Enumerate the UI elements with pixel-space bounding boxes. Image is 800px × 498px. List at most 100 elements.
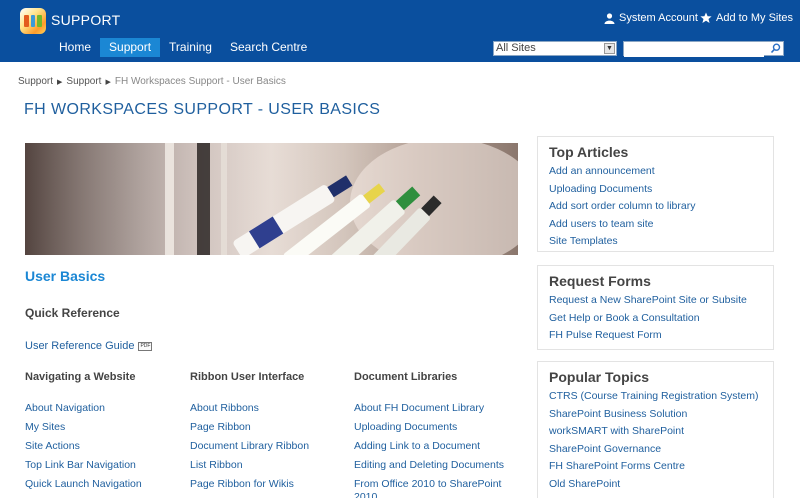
list-item: SharePoint Business Solution [549,408,773,421]
list-item: About Navigation [25,402,185,415]
top-articles-panel: Top Articles Add an announcement Uploadi… [537,136,774,252]
list-item: Uploading Documents [549,183,773,196]
list-item: FH Pulse Request Form [549,329,773,342]
list-item: From Office 2010 to SharePoint 2010 [354,478,518,498]
breadcrumb-current: FH Workspaces Support - User Basics [114,76,286,87]
breadcrumb-link-support[interactable]: Support [18,76,53,87]
document-libraries-column: Document Libraries About FH Document Lib… [354,371,518,498]
link-list-ribbon[interactable]: List Ribbon [190,459,243,471]
link-add-users[interactable]: Add users to team site [549,218,653,230]
link-site-templates[interactable]: Site Templates [549,235,618,247]
link-worksmart[interactable]: workSMART with SharePoint [549,425,684,437]
list-item: Page Ribbon [190,421,350,434]
user-icon [604,12,615,24]
search-scope-select[interactable]: All Sites ▼ [493,41,617,56]
user-reference-guide-link[interactable]: User Reference Guide [25,340,134,352]
top-nav: Home Support Training Search Centre [50,38,316,57]
nav-item-home[interactable]: Home [50,38,100,57]
link-my-sites[interactable]: My Sites [25,421,65,433]
panel-title: Top Articles [549,144,629,160]
star-icon [700,12,712,23]
column-heading: Document Libraries [354,371,458,383]
list-item: Top Link Bar Navigation [25,459,185,472]
link-get-help[interactable]: Get Help or Book a Consultation [549,312,700,324]
link-sharepoint-governance[interactable]: SharePoint Governance [549,443,661,455]
link-sort-order-column[interactable]: Add sort order column to library [549,200,695,212]
link-uploading-documents[interactable]: Uploading Documents [354,421,457,433]
list-item: Site Templates [549,235,773,248]
link-quick-launch[interactable]: Quick Launch Navigation [25,478,142,490]
link-add-announcement[interactable]: Add an announcement [549,165,655,177]
link-old-sharepoint[interactable]: Old SharePoint [549,478,620,490]
list-item: Editing and Deleting Documents [354,459,518,472]
app-logo-icon[interactable] [20,8,46,34]
breadcrumb: Support ▶ Support ▶ FH Workspaces Suppor… [18,76,286,87]
list-item: Adding Link to a Document [354,440,518,453]
add-to-my-sites-label: Add to My Sites [716,12,794,24]
nav-item-support[interactable]: Support [100,38,161,57]
page-title: FH WORKSPACES SUPPORT - USER BASICS [24,101,381,118]
list-item: Request a New SharePoint Site or Subsite [549,294,773,307]
breadcrumb-arrow-icon: ▶ [57,78,63,86]
link-page-ribbon[interactable]: Page Ribbon [190,421,251,433]
popular-topics-panel: Popular Topics CTRS (Course Training Reg… [537,361,774,498]
quick-reference-heading: Quick Reference [25,306,120,320]
column-heading: Ribbon User Interface [190,371,305,383]
list-item: Uploading Documents [354,421,518,434]
add-to-my-sites-link[interactable]: Add to My Sites [700,12,793,24]
link-forms-centre[interactable]: FH SharePoint Forms Centre [549,460,685,472]
section-title: User Basics [25,268,106,284]
list-item: Old SharePoint [549,478,773,491]
pdf-icon: PDF [138,341,153,351]
link-about-navigation[interactable]: About Navigation [25,402,105,414]
link-about-fh-document-library[interactable]: About FH Document Library [354,402,484,414]
list-item: List Ribbon [190,459,350,472]
list-item: Add users to team site [549,218,773,231]
link-page-ribbon-wikis[interactable]: Page Ribbon for Wikis [190,478,294,490]
list-item: CTRS (Course Training Registration Syste… [549,390,773,403]
link-sharepoint-business-solution[interactable]: SharePoint Business Solution [549,408,687,420]
request-forms-panel: Request Forms Request a New SharePoint S… [537,265,774,350]
list-item: About FH Document Library [354,402,518,415]
nav-item-training[interactable]: Training [160,38,221,57]
list-item: Add an announcement [549,165,773,178]
link-top-link-bar[interactable]: Top Link Bar Navigation [25,459,136,471]
column-heading: Navigating a Website [25,371,136,383]
list-item: FH SharePoint Forms Centre [549,460,773,473]
search-icon[interactable] [770,43,782,54]
link-office-2010[interactable]: From Office 2010 to SharePoint 2010 [354,478,501,498]
chevron-down-icon[interactable]: ▼ [604,43,615,54]
navigating-website-column: Navigating a Website About Navigation My… [25,371,185,497]
panel-title: Request Forms [549,273,651,289]
panel-title: Popular Topics [549,369,650,385]
link-request-new-site[interactable]: Request a New SharePoint Site or Subsite [549,294,747,306]
search-box [623,41,784,57]
link-document-library-ribbon[interactable]: Document Library Ribbon [190,440,309,452]
list-item: About Ribbons [190,402,350,415]
list-item: Document Library Ribbon [190,440,350,453]
link-adding-link[interactable]: Adding Link to a Document [354,440,480,452]
breadcrumb-arrow-icon: ▶ [105,78,111,86]
hero-image [25,143,518,255]
system-account-menu[interactable]: System Account [604,12,698,24]
link-uploading-documents[interactable]: Uploading Documents [549,183,652,195]
link-about-ribbons[interactable]: About Ribbons [190,402,259,414]
list-item: Quick Launch Navigation [25,478,185,491]
link-pulse-request[interactable]: FH Pulse Request Form [549,329,662,341]
search-scope-value: All Sites [496,42,536,54]
search-input[interactable] [624,43,764,57]
list-item: My Sites [25,421,185,434]
list-item: Add sort order column to library [549,200,773,213]
link-site-actions[interactable]: Site Actions [25,440,80,452]
list-item: Get Help or Book a Consultation [549,312,773,325]
link-editing-deleting[interactable]: Editing and Deleting Documents [354,459,504,471]
list-item: Site Actions [25,440,185,453]
nav-item-search-centre[interactable]: Search Centre [221,38,316,57]
link-ctrs[interactable]: CTRS (Course Training Registration Syste… [549,390,758,402]
breadcrumb-link-support-sub[interactable]: Support [66,76,101,87]
list-item: Page Ribbon for Wikis [190,478,350,491]
list-item: SharePoint Governance [549,443,773,456]
ribbon-ui-column: Ribbon User Interface About Ribbons Page… [190,371,350,497]
site-title[interactable]: SUPPORT [51,12,121,28]
list-item: workSMART with SharePoint [549,425,773,438]
